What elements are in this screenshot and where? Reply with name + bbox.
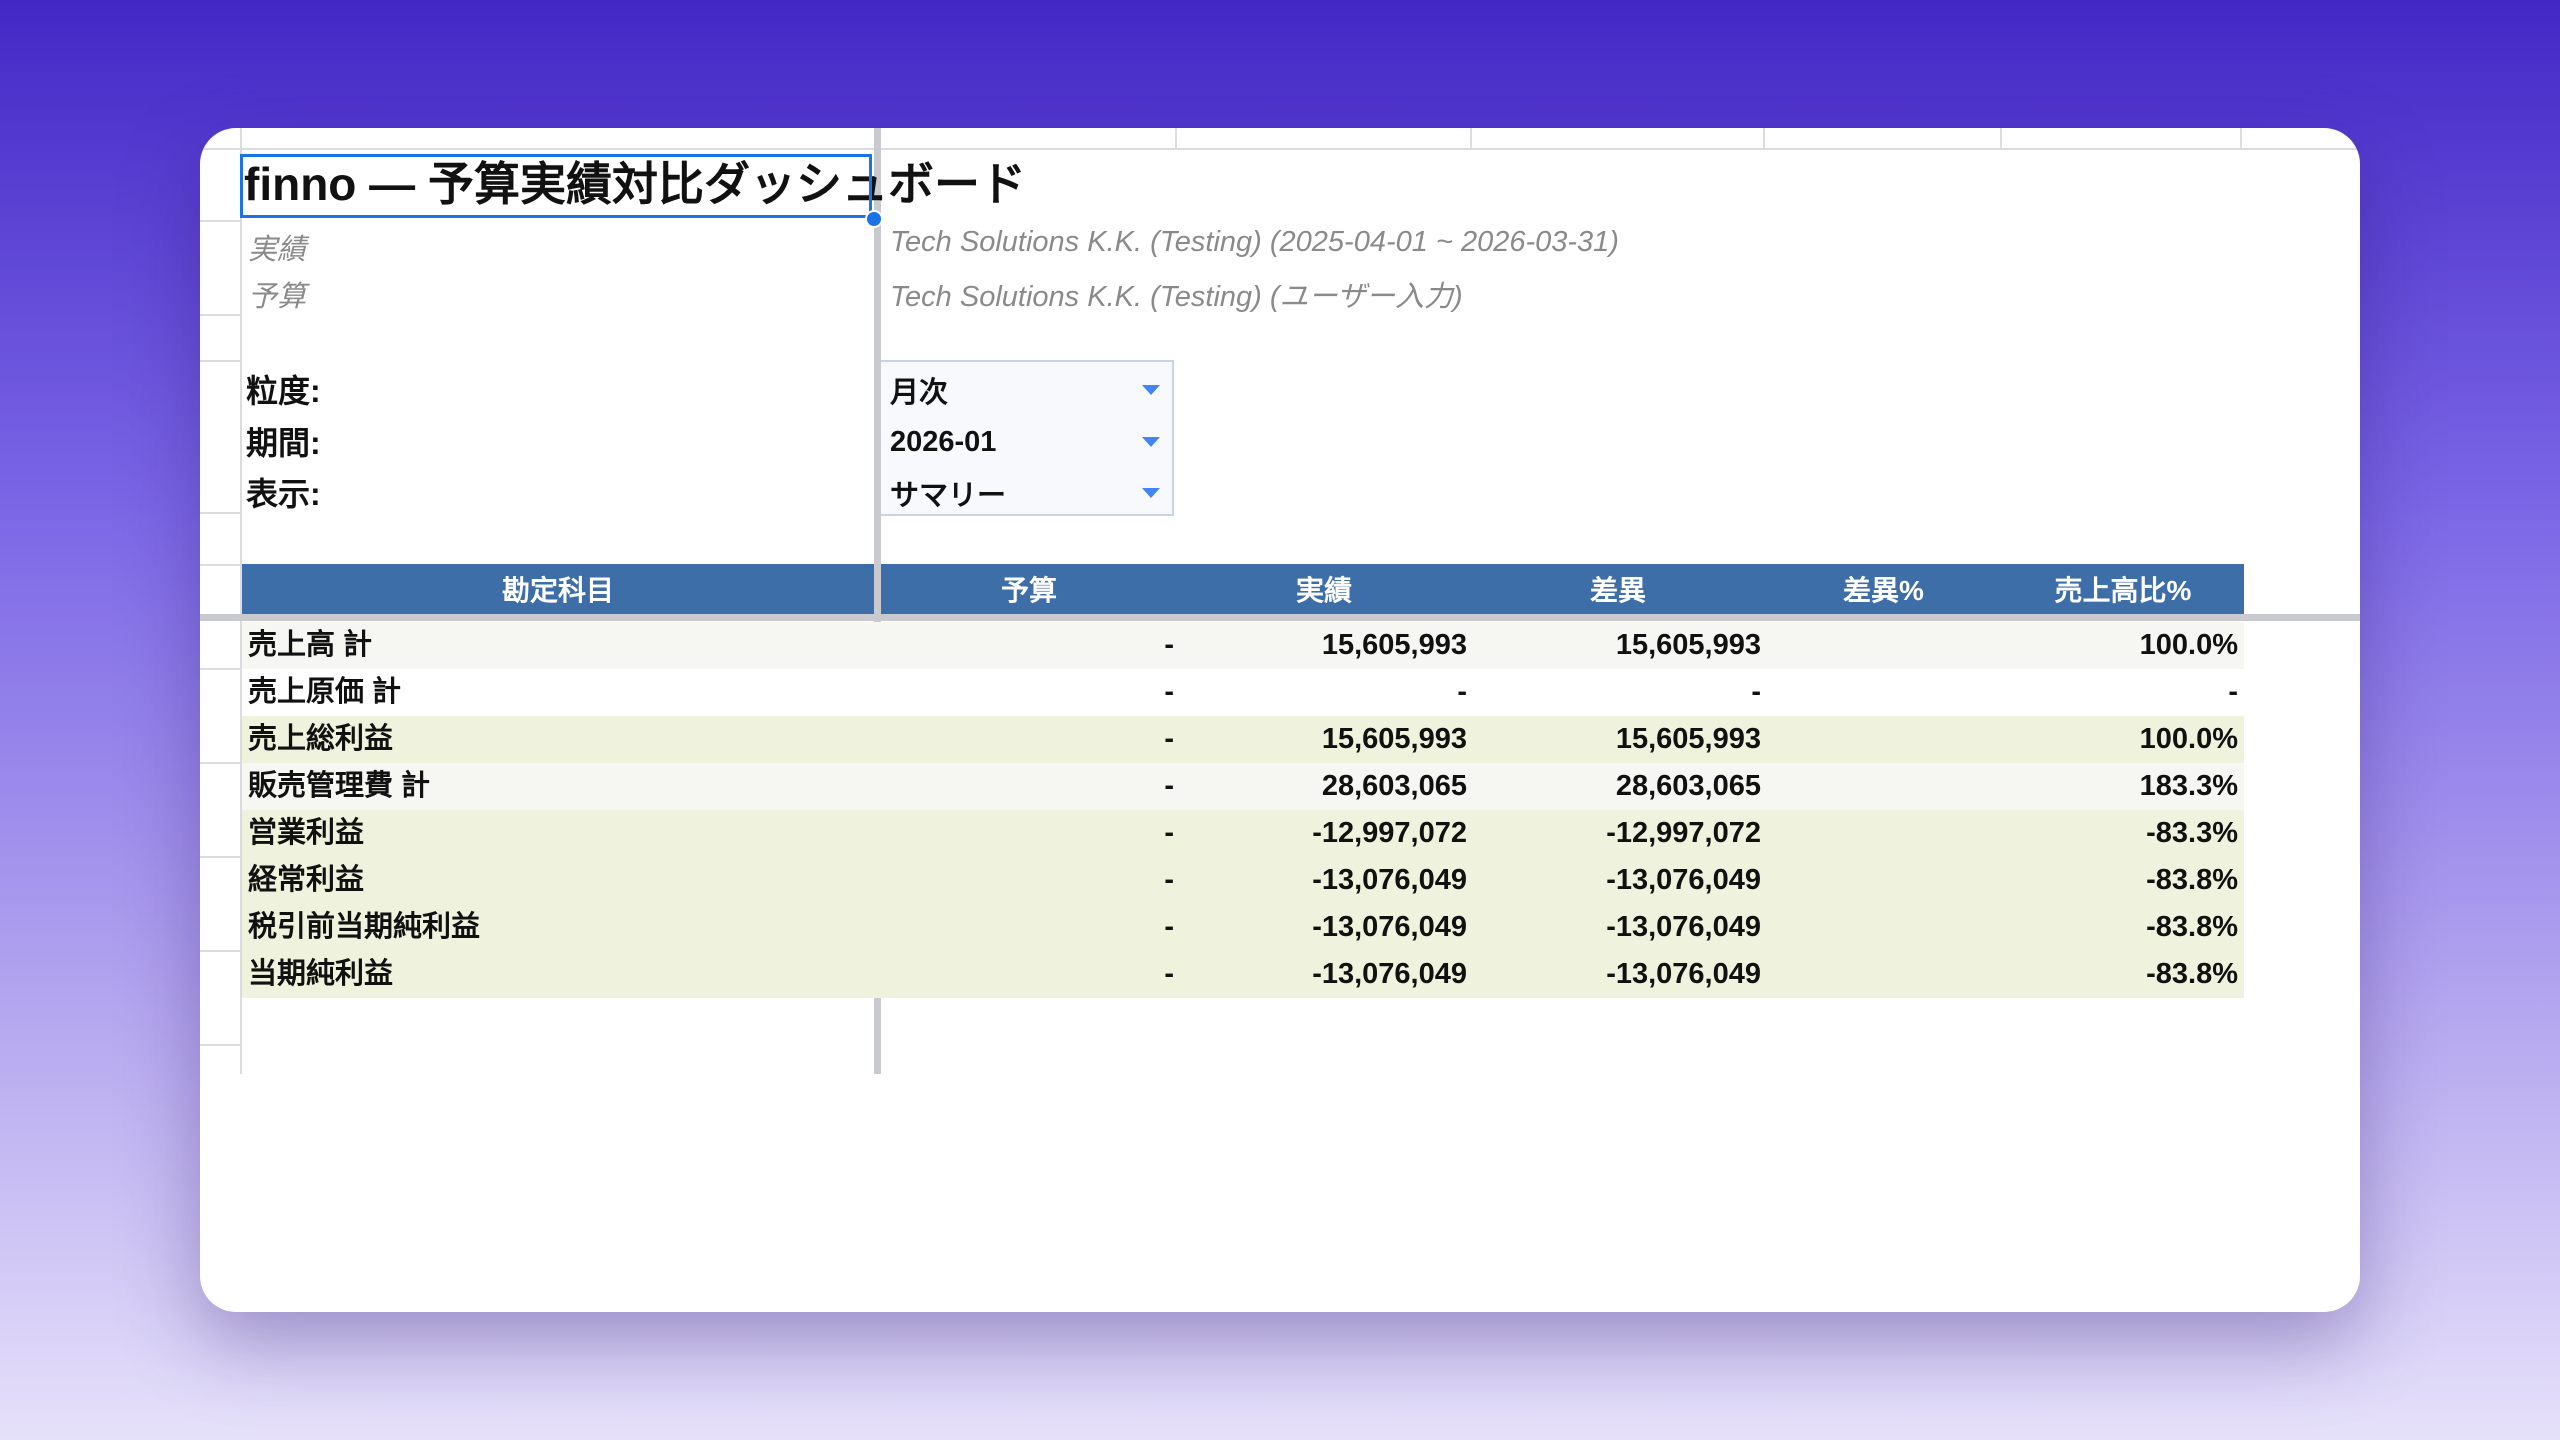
dropdown-arrow-icon[interactable] [1142,437,1160,447]
sales-ratio-value: 100.0% [2139,629,2238,661]
header-actual[interactable]: 実績 [1177,564,1471,614]
header-variance[interactable]: 差異 [1471,564,1765,614]
row-divider [200,856,240,858]
period-value: 2026-01 [890,425,997,458]
meta-label-budget: 予算 [248,281,307,313]
header-sales-ratio[interactable]: 売上高比% [2002,564,2244,614]
account-name: 営業利益 [248,817,365,849]
table-row[interactable]: 売上高 計 - 15,605,993 15,605,993 100.0% [242,622,2244,669]
frozen-row-divider[interactable] [200,614,2360,621]
period-label: 期間: [246,425,321,461]
budget-value: - [1164,723,1174,755]
table-row[interactable]: 売上原価 計 - - - - [242,669,2244,716]
budget-value: - [1164,629,1174,661]
period-dropdown[interactable]: 2026-01 [890,417,1170,467]
column-divider [1763,128,1765,148]
column-divider [2000,128,2002,148]
row-divider [200,564,240,566]
actual-value: -12,997,072 [1312,817,1467,849]
variance-pct-value [1765,857,1998,904]
column-divider [1175,128,1177,148]
budget-value: - [1164,676,1174,708]
dropdown-arrow-icon[interactable] [1142,488,1160,498]
sales-ratio-value: - [2228,676,2238,708]
variance-pct-value [1765,810,1998,857]
variance-pct-value [1765,622,1998,669]
actual-value: -13,076,049 [1312,911,1467,943]
header-account[interactable]: 勘定科目 [242,564,874,614]
variance-value: - [1751,676,1761,708]
row-divider [200,668,240,670]
variance-pct-value [1765,716,1998,763]
sales-ratio-value: -83.8% [2146,864,2238,896]
granularity-value: 月次 [890,377,949,409]
variance-value: 15,605,993 [1615,629,1761,661]
sales-ratio-value: 100.0% [2139,723,2238,755]
variance-pct-value [1765,763,1998,810]
row-divider [200,1044,240,1046]
table-row[interactable]: 経常利益 - -13,076,049 -13,076,049 -83.8% [242,857,2244,904]
sales-ratio-value: -83.3% [2146,817,2238,849]
actual-value: 15,605,993 [1321,723,1467,755]
account-name: 経常利益 [248,864,365,896]
column-header-border [200,148,2360,150]
account-name: 当期純利益 [248,958,394,990]
actual-value: 15,605,993 [1321,629,1467,661]
column-divider [1470,128,1472,148]
table-row[interactable]: 販売管理費 計 - 28,603,065 28,603,065 183.3% [242,763,2244,810]
row-divider [200,360,240,362]
budget-value: - [1164,958,1174,990]
budget-value: - [1164,817,1174,849]
account-name: 売上総利益 [248,723,394,755]
row-divider [200,220,240,222]
table-row[interactable]: 税引前当期純利益 - -13,076,049 -13,076,049 -83.8… [242,904,2244,951]
account-name: 売上高 計 [248,629,373,661]
sales-ratio-value: 183.3% [2139,770,2238,802]
variance-value: 15,605,993 [1615,723,1761,755]
variance-value: -12,997,072 [1606,817,1761,849]
granularity-dropdown[interactable]: 月次 [890,365,1170,415]
header-budget[interactable]: 予算 [881,564,1177,614]
table-row[interactable]: 営業利益 - -12,997,072 -12,997,072 -83.3% [242,810,2244,857]
actual-value: 28,603,065 [1321,770,1467,802]
row-divider [200,314,240,316]
table-row[interactable]: 売上総利益 - 15,605,993 15,605,993 100.0% [242,716,2244,763]
actual-value: - [1457,676,1467,708]
meta-value-budget: Tech Solutions K.K. (Testing) (ユーザー入力) [890,281,1463,313]
variance-pct-value [1765,951,1998,998]
account-name: 売上原価 計 [248,676,402,708]
variance-value: -13,076,049 [1606,911,1761,943]
column-divider [2240,128,2242,148]
spreadsheet-card: finno — 予算実績対比ダッシュボード 実績 Tech Solutions … [200,128,2360,1312]
selection-fill-handle[interactable] [865,210,883,228]
header-variance-pct[interactable]: 差異% [1765,564,2002,614]
display-value: サマリー [890,480,1007,512]
table-row[interactable]: 当期純利益 - -13,076,049 -13,076,049 -83.8% [242,951,2244,998]
granularity-label: 粒度: [246,373,321,409]
budget-value: - [1164,911,1174,943]
display-label: 表示: [246,476,321,512]
row-divider [200,512,240,514]
display-dropdown[interactable]: サマリー [890,468,1170,518]
actual-value: -13,076,049 [1312,864,1467,896]
actual-value: -13,076,049 [1312,958,1467,990]
variance-value: -13,076,049 [1606,864,1761,896]
dashboard-title[interactable]: finno — 予算実績対比ダッシュボード [244,156,1026,212]
row-divider [200,762,240,764]
variance-value: -13,076,049 [1606,958,1761,990]
variance-pct-value [1765,669,1998,716]
meta-label-actual: 実績 [248,234,307,266]
meta-value-actual: Tech Solutions K.K. (Testing) (2025-04-0… [890,226,1619,258]
dropdown-arrow-icon[interactable] [1142,385,1160,395]
row-divider [200,950,240,952]
variance-pct-value [1765,904,1998,951]
budget-value: - [1164,864,1174,896]
variance-value: 28,603,065 [1615,770,1761,802]
account-name: 販売管理費 計 [248,770,431,802]
sales-ratio-value: -83.8% [2146,958,2238,990]
budget-value: - [1164,770,1174,802]
account-name: 税引前当期純利益 [248,911,481,943]
sales-ratio-value: -83.8% [2146,911,2238,943]
